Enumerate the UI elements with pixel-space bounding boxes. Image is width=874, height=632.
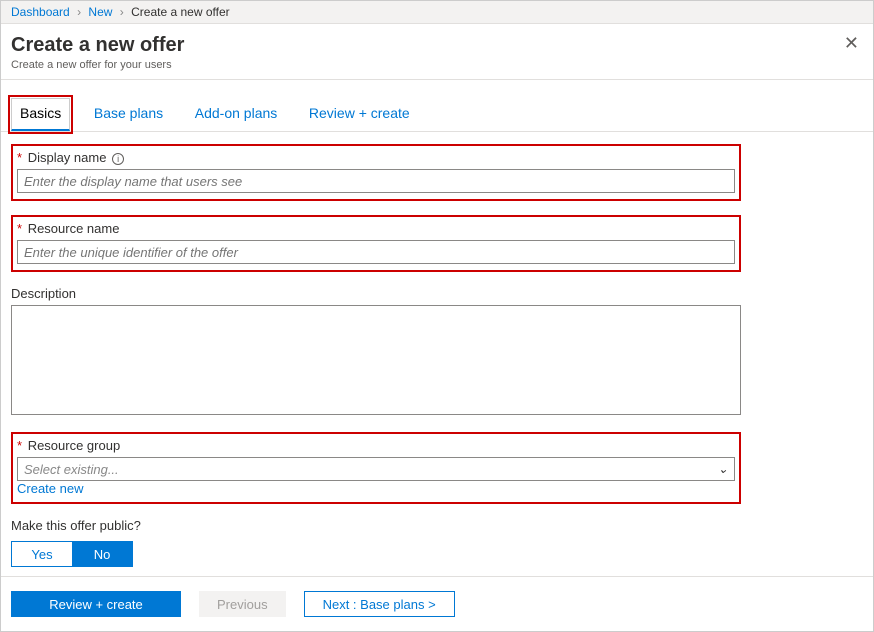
public-group: Make this offer public? Yes No (11, 518, 863, 567)
public-label: Make this offer public? (11, 518, 141, 533)
tab-addon-plans[interactable]: Add-on plans (187, 99, 286, 129)
display-name-group: * Display name i (11, 144, 741, 201)
required-asterisk-icon: * (17, 221, 22, 236)
page-title: Create a new offer (11, 34, 184, 57)
required-asterisk-icon: * (17, 438, 22, 453)
chevron-right-icon: › (120, 5, 124, 19)
public-toggle: Yes No (11, 541, 133, 567)
previous-button: Previous (199, 591, 286, 617)
resource-group-label: Resource group (28, 438, 121, 453)
resource-name-label: Resource name (28, 221, 120, 236)
tab-review-create[interactable]: Review + create (301, 99, 418, 129)
description-group: Description (11, 286, 863, 418)
tab-bar: Basics Base plans Add-on plans Review + … (1, 80, 873, 132)
resource-name-group: * Resource name (11, 215, 741, 272)
display-name-input[interactable] (17, 169, 735, 193)
close-icon[interactable]: ✕ (840, 34, 863, 52)
display-name-label: Display name (28, 150, 107, 165)
review-create-button[interactable]: Review + create (11, 591, 181, 617)
description-input[interactable] (11, 305, 741, 415)
required-asterisk-icon: * (17, 150, 22, 165)
tab-basics[interactable]: Basics (11, 98, 70, 131)
page-subtitle: Create a new offer for your users (11, 59, 184, 71)
resource-group-placeholder: Select existing... (24, 462, 119, 477)
tab-base-plans[interactable]: Base plans (86, 99, 171, 129)
description-label: Description (11, 286, 76, 301)
public-yes-button[interactable]: Yes (12, 542, 72, 566)
chevron-right-icon: › (77, 5, 81, 19)
resource-name-input[interactable] (17, 240, 735, 264)
breadcrumb-current: Create a new offer (131, 5, 230, 19)
footer-bar: Review + create Previous Next : Base pla… (1, 576, 873, 631)
breadcrumb-dashboard[interactable]: Dashboard (11, 5, 70, 19)
breadcrumb: Dashboard › New › Create a new offer (1, 1, 873, 24)
public-no-button[interactable]: No (72, 542, 132, 566)
breadcrumb-new[interactable]: New (88, 5, 112, 19)
create-new-link[interactable]: Create new (17, 481, 83, 496)
info-icon[interactable]: i (112, 153, 124, 165)
next-button[interactable]: Next : Base plans > (304, 591, 455, 617)
resource-group-group: * Resource group Select existing... ⌄ Cr… (11, 432, 741, 504)
chevron-down-icon: ⌄ (718, 462, 728, 476)
resource-group-select[interactable]: Select existing... ⌄ (17, 457, 735, 481)
